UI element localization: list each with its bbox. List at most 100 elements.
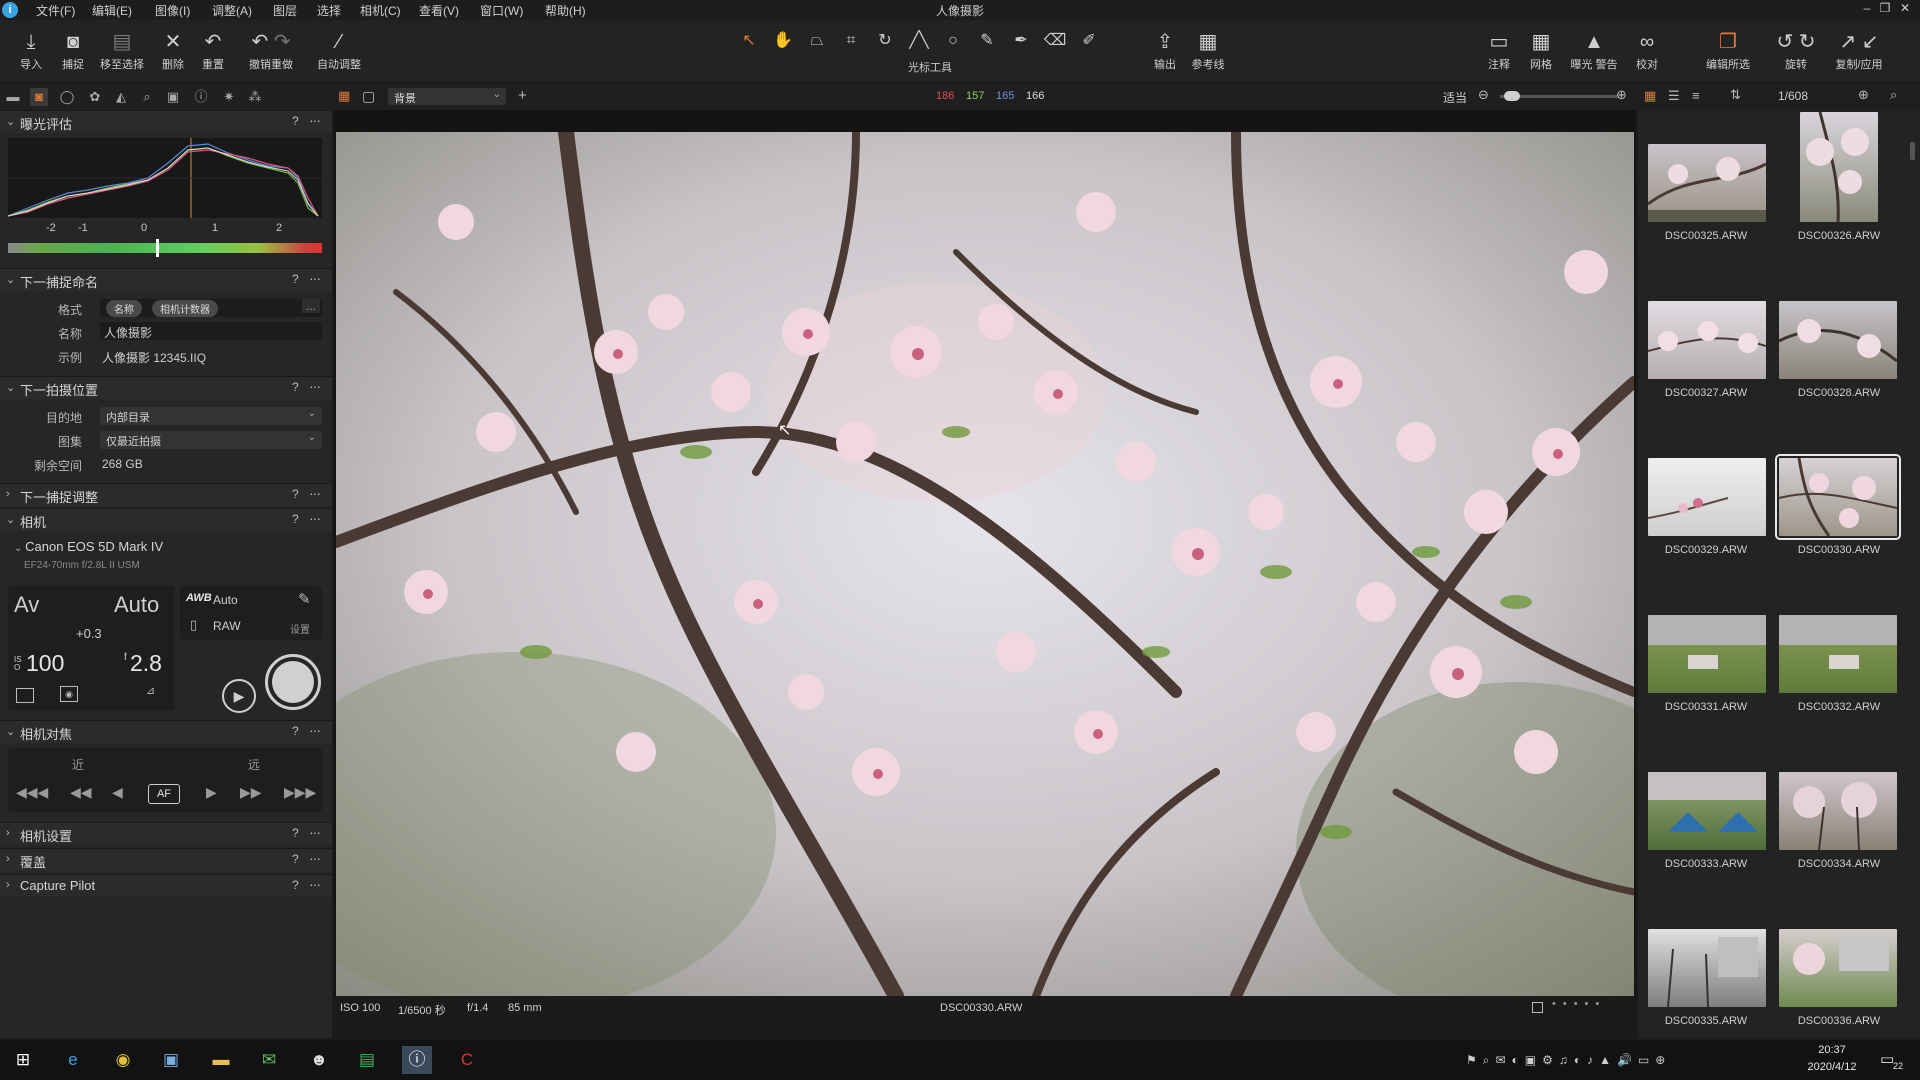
destination-select[interactable]: 内部目录 ⌄	[100, 407, 322, 425]
adjustments-tab-icon[interactable]: ▣	[164, 88, 182, 106]
rotate-tool-icon[interactable]: ↻	[872, 30, 898, 52]
camera-header[interactable]: ⌄ 相机 ? ···	[0, 508, 332, 531]
browser-scrollbar[interactable]	[1910, 142, 1915, 160]
minimize-icon[interactable]: –	[1858, 1, 1876, 17]
metering-mode-icon[interactable]: ◉	[60, 686, 78, 702]
restore-icon[interactable]: ❐	[1876, 1, 1894, 17]
camera-focus-header[interactable]: ⌄ 相机对焦 ? ···	[0, 720, 332, 743]
batch-tab-icon[interactable]: ⁂	[246, 88, 264, 106]
shooting-mode-auto[interactable]: Auto	[114, 592, 159, 618]
zoom-fit-label[interactable]: 适当	[1443, 89, 1467, 106]
star-rating[interactable]: •••••	[1552, 998, 1606, 1010]
wechat-icon[interactable]: ✉	[254, 1046, 284, 1074]
thumbnail[interactable]	[1779, 772, 1897, 850]
circle-tool-icon[interactable]: ○	[940, 30, 966, 52]
add-layer-icon[interactable]: +	[518, 87, 527, 104]
rotate-button[interactable]: ↺ ↻ 旋转	[1768, 30, 1824, 72]
reset-button[interactable]: ↶ 重置	[196, 30, 230, 72]
multi-view-icon[interactable]: ▦	[338, 89, 352, 103]
single-view-icon[interactable]: ▢	[362, 88, 375, 105]
help-icon[interactable]: ?	[292, 272, 299, 286]
help-icon[interactable]: ?	[292, 878, 299, 892]
more-icon[interactable]: ···	[309, 270, 321, 286]
crop-tool-icon[interactable]: ⌗	[838, 30, 864, 52]
windows-start-icon[interactable]: ⊞	[8, 1046, 38, 1074]
thumbnail[interactable]	[1648, 458, 1766, 536]
brush-tool-icon[interactable]: ✎	[974, 30, 1000, 52]
help-icon[interactable]: ?	[292, 724, 299, 738]
output-tab-icon[interactable]: ✷	[220, 88, 238, 106]
zoom-slider-thumb[interactable]	[1504, 91, 1520, 101]
pen-tool-icon[interactable]: ✒	[1008, 30, 1034, 52]
help-icon[interactable]: ?	[292, 512, 299, 526]
move-to-selection-button[interactable]: ▤ 移至选择	[96, 30, 148, 72]
more-icon[interactable]: ···	[309, 876, 321, 892]
media-app-icon[interactable]: ▤	[352, 1046, 382, 1074]
help-icon[interactable]: ?	[292, 487, 299, 501]
annotate-button[interactable]: ▭ 注释	[1484, 30, 1514, 72]
select-checkbox-icon[interactable]	[1532, 1002, 1543, 1013]
mirror-lockup-icon[interactable]: ⊿	[146, 684, 155, 697]
focus-near-medium-icon[interactable]: ◀◀	[70, 784, 92, 801]
thumbnail[interactable]	[1779, 929, 1897, 1007]
grid-view-icon[interactable]: ▦	[1644, 88, 1656, 104]
zoom-out-icon[interactable]: ⊖	[1478, 87, 1489, 103]
capture-tab-icon[interactable]: ◙	[30, 88, 48, 106]
exposure-warning-button[interactable]: ▲ 曝光 警告	[1566, 30, 1622, 72]
autofocus-button[interactable]: AF	[148, 784, 180, 804]
copy-apply-button[interactable]: ↗ ↙ 复制/应用	[1828, 30, 1890, 72]
more-icon[interactable]: ···	[309, 850, 321, 866]
focus-near-small-icon[interactable]: ◀	[112, 784, 123, 801]
iso-value[interactable]: 100	[26, 650, 64, 677]
thumbnail[interactable]	[1648, 772, 1766, 850]
thumbnail[interactable]	[1800, 112, 1878, 222]
exposure-tab-icon[interactable]: ◭	[112, 88, 130, 106]
lens-tab-icon[interactable]: ◯	[58, 88, 76, 106]
thumbnail[interactable]	[1648, 615, 1766, 693]
thumbnail[interactable]	[1648, 144, 1766, 222]
import-button[interactable]: ⤓ 导入	[14, 30, 48, 72]
file-format-value[interactable]: RAW	[213, 619, 241, 633]
main-photo[interactable]	[336, 132, 1634, 996]
list-view-icon[interactable]: ☰	[1668, 88, 1680, 104]
details-tab-icon[interactable]: ⌕	[138, 88, 156, 106]
live-view-button[interactable]: ▶	[222, 679, 256, 713]
focus-far-small-icon[interactable]: ▶	[206, 784, 217, 801]
more-icon[interactable]: ···	[309, 722, 321, 738]
sort-icon[interactable]: ⇅	[1730, 87, 1741, 103]
straighten-tool-icon[interactable]: ╱╲	[906, 30, 932, 52]
proof-button[interactable]: ∞ 校对	[1630, 30, 1664, 72]
pan-tool-icon[interactable]: ✋	[770, 30, 796, 52]
shooting-mode[interactable]: Av	[14, 592, 39, 618]
album-select[interactable]: 仅最近拍摄 ⌄	[100, 431, 322, 449]
eraser-tool-icon[interactable]: ⌫	[1042, 30, 1068, 52]
store-icon[interactable]: ▣	[156, 1046, 186, 1074]
auto-adjust-button[interactable]: ⁄ 自动调整	[312, 30, 366, 72]
system-tray-icons[interactable]: ⚑⌕✉◐▣⚙♫◐♪▲🔊▭⊕	[1466, 1053, 1671, 1068]
shutter-button[interactable]	[265, 654, 321, 710]
more-icon[interactable]: ···	[309, 824, 321, 840]
grid-button[interactable]: ▦ 网格	[1526, 30, 1556, 72]
red-app-icon[interactable]: C	[452, 1046, 482, 1074]
camera-settings-header[interactable]: › 相机设置 ? ···	[0, 822, 332, 845]
format-field[interactable]: 名称 相机计数器 ...	[100, 299, 322, 317]
penguin-app-icon[interactable]: ☻	[304, 1046, 334, 1074]
edit-selected-button[interactable]: ❐ 编辑所选	[1702, 30, 1754, 72]
format-more-button[interactable]: ...	[302, 299, 320, 313]
help-icon[interactable]: ?	[292, 852, 299, 866]
zoom-in-icon[interactable]: ⊕	[1616, 87, 1627, 103]
library-tab-icon[interactable]: ▬	[4, 88, 22, 106]
format-token[interactable]: 相机计数器	[152, 300, 218, 317]
output-button[interactable]: ⇪ 输出	[1150, 30, 1180, 72]
capture-button[interactable]: ◙ 捕捉	[56, 30, 90, 72]
guides-button[interactable]: ▦ 参考线	[1188, 30, 1228, 72]
format-token[interactable]: 名称	[106, 300, 142, 317]
drive-mode-icon[interactable]	[16, 688, 34, 703]
exposure-compensation[interactable]: +0.3	[76, 626, 102, 641]
gradient-tool-icon[interactable]: ✐	[1076, 30, 1102, 52]
edge-browser-icon[interactable]: e	[58, 1046, 88, 1074]
focus-far-large-icon[interactable]: ▶▶▶	[284, 784, 316, 801]
eyedropper-icon[interactable]: ✎	[298, 590, 311, 608]
aperture-value[interactable]: 2.8	[130, 650, 162, 677]
file-explorer-icon[interactable]: ▬	[206, 1046, 236, 1074]
